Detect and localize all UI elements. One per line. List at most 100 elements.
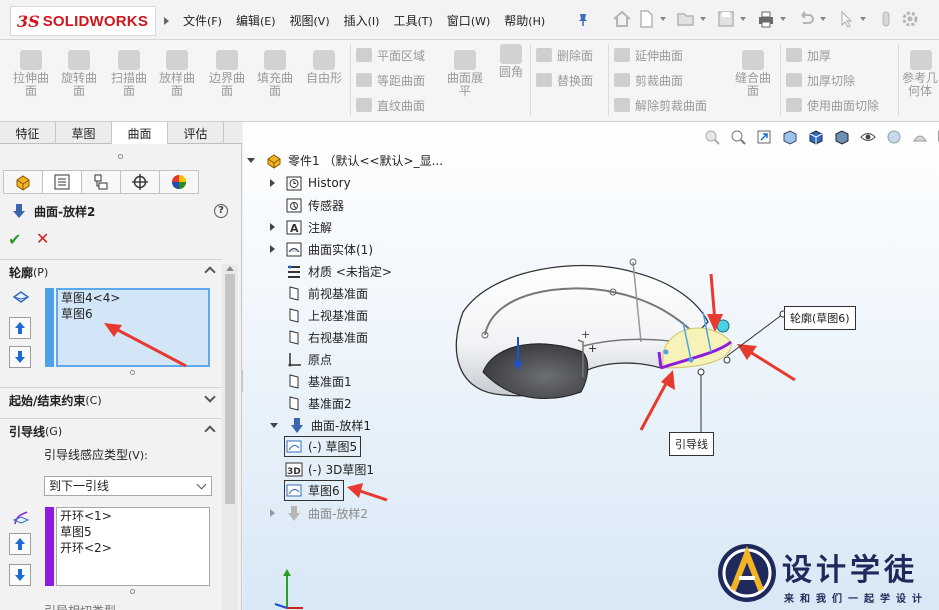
- surface-flatten-button[interactable]: 曲面展平: [442, 50, 488, 98]
- new-dropdown-icon[interactable]: [660, 17, 666, 21]
- open-folder-icon[interactable]: [676, 9, 696, 29]
- expand-arrow-icon[interactable]: [270, 223, 275, 231]
- replace-face-button[interactable]: 替换面: [536, 70, 593, 90]
- logo-expand-icon[interactable]: [164, 17, 169, 25]
- planar-surface-button[interactable]: 平面区域: [356, 45, 425, 65]
- boundary-surface-button[interactable]: 边界曲面: [204, 50, 250, 98]
- move-down-button[interactable]: [9, 346, 31, 368]
- tab-feature-manager[interactable]: [3, 170, 43, 194]
- guide-influence-select[interactable]: 到下一引线: [44, 476, 212, 496]
- extend-surface-button[interactable]: 延伸曲面: [614, 45, 683, 65]
- options-gear-icon[interactable]: [900, 9, 920, 29]
- edit-appearance-icon[interactable]: [885, 128, 903, 146]
- ruled-surface-button[interactable]: 直纹曲面: [356, 95, 425, 115]
- select-dropdown-icon[interactable]: [860, 17, 866, 21]
- filled-surface-button[interactable]: 填充曲面: [252, 50, 298, 98]
- ok-checkmark-icon[interactable]: ✔: [8, 230, 21, 249]
- solidworks-logo[interactable]: 3S SOLIDWORKS: [10, 6, 156, 36]
- previous-view-icon[interactable]: [755, 128, 773, 146]
- list-item[interactable]: 开环<2>: [57, 540, 209, 556]
- freeform-button[interactable]: 自由形: [301, 50, 347, 85]
- guide-curve-callout[interactable]: 引导线: [669, 432, 714, 456]
- list-resize-grip[interactable]: [130, 370, 135, 375]
- thicken-button[interactable]: 加厚: [786, 45, 831, 65]
- new-document-icon[interactable]: [636, 9, 656, 29]
- hide-show-eye-icon[interactable]: [859, 128, 877, 146]
- zoom-to-fit-icon[interactable]: [703, 128, 721, 146]
- tree-item-top-plane[interactable]: 上视基准面: [270, 305, 368, 325]
- tab-dimxpert-manager[interactable]: [120, 170, 160, 194]
- thickened-cut-button[interactable]: 加厚切除: [786, 70, 855, 90]
- fillet-button[interactable]: 圆角: [488, 44, 534, 79]
- tree-item-front-plane[interactable]: 前视基准面: [270, 283, 368, 303]
- scrollbar-thumb[interactable]: [225, 274, 235, 504]
- view-orientation-icon[interactable]: [807, 128, 825, 146]
- zoom-area-icon[interactable]: [729, 128, 747, 146]
- list-resize-grip[interactable]: [130, 589, 135, 594]
- tab-display-manager[interactable]: [159, 170, 199, 194]
- guide-move-up-button[interactable]: [9, 533, 31, 555]
- undo-dropdown-icon[interactable]: [820, 17, 826, 21]
- extruded-surface-button[interactable]: 拉伸曲面: [8, 50, 54, 98]
- tree-item-right-plane[interactable]: 右视基准面: [270, 327, 368, 347]
- start-end-constraints-header[interactable]: 起始/结束约束 (C): [0, 387, 222, 413]
- menu-tools[interactable]: 工具(T): [393, 12, 432, 29]
- home-icon[interactable]: [612, 9, 632, 29]
- tree-item-origin[interactable]: 原点: [270, 349, 332, 369]
- tree-item-surface-loft1[interactable]: 曲面-放样1: [270, 415, 371, 435]
- panel-scrollbar[interactable]: [222, 264, 238, 610]
- guide-curves-header[interactable]: 引导线 (G): [0, 418, 222, 444]
- profiles-section-header[interactable]: 轮廓 (P): [0, 259, 222, 285]
- tree-root-part[interactable]: 零件1 （默认<<默认>_显...: [247, 150, 443, 170]
- tree-item-surface-loft2[interactable]: 曲面-放样2: [270, 503, 368, 523]
- tree-item-3dsketch1[interactable]: 3D (-) 3D草图1: [285, 459, 374, 479]
- offset-surface-button[interactable]: 等距曲面: [356, 70, 425, 90]
- delete-face-button[interactable]: 删除面: [536, 45, 593, 65]
- guide-curves-list[interactable]: 开环<1> 草图5 开环<2>: [56, 507, 210, 586]
- rebuild-icon[interactable]: [876, 9, 896, 29]
- lofted-surface-button[interactable]: 放样曲面: [154, 50, 200, 98]
- list-item[interactable]: 草图5: [57, 524, 209, 540]
- print-icon[interactable]: [756, 9, 776, 29]
- profile-callout[interactable]: 轮廓(草图6): [784, 306, 856, 330]
- tab-features[interactable]: 特征: [0, 122, 56, 144]
- tree-item-plane2[interactable]: 基准面2: [270, 393, 352, 413]
- tab-surfaces[interactable]: 曲面: [112, 122, 168, 144]
- menu-edit[interactable]: 编辑(E): [236, 12, 276, 29]
- tree-item-sensors[interactable]: 传感器: [270, 195, 344, 215]
- move-up-button[interactable]: [9, 317, 31, 339]
- list-item[interactable]: 草图4<4>: [58, 290, 208, 306]
- tab-evaluate[interactable]: 评估: [168, 122, 224, 144]
- tab-configuration-manager[interactable]: [81, 170, 121, 194]
- help-icon[interactable]: ?: [214, 204, 228, 218]
- panel-grip[interactable]: [118, 154, 123, 159]
- expand-arrow-icon[interactable]: [247, 157, 255, 163]
- print-dropdown-icon[interactable]: [780, 17, 786, 21]
- revolved-surface-button[interactable]: 旋转曲面: [56, 50, 102, 98]
- tree-item-material[interactable]: 材质 <未指定>: [270, 261, 392, 281]
- tab-sketch[interactable]: 草图: [56, 122, 112, 144]
- tree-item-plane1[interactable]: 基准面1: [270, 371, 352, 391]
- menu-window[interactable]: 窗口(W): [447, 12, 490, 29]
- menu-insert[interactable]: 插入(I): [344, 12, 380, 29]
- knit-surface-button[interactable]: 缝合曲面: [730, 50, 776, 98]
- save-icon[interactable]: [716, 9, 736, 29]
- expand-arrow-icon[interactable]: [270, 245, 275, 253]
- graphics-area[interactable]: + + ✱ 轮廓(草图6) 引导线 零件1 （默认<<默认>_显... Hist…: [243, 122, 939, 610]
- tree-item-sketch5[interactable]: (-) 草图5: [284, 436, 362, 457]
- trim-surface-button[interactable]: 剪裁曲面: [614, 70, 683, 90]
- tab-property-manager[interactable]: [42, 170, 82, 194]
- expand-arrow-icon[interactable]: [270, 179, 275, 187]
- tree-item-history[interactable]: History: [270, 173, 351, 193]
- expand-arrow-icon[interactable]: [270, 422, 278, 428]
- select-cursor-icon[interactable]: [836, 9, 856, 29]
- tree-item-surface-bodies[interactable]: 曲面实体(1): [270, 239, 373, 259]
- expand-arrow-icon[interactable]: [270, 509, 275, 517]
- guide-move-down-button[interactable]: [9, 564, 31, 586]
- open-dropdown-icon[interactable]: [700, 17, 706, 21]
- section-view-icon[interactable]: [781, 128, 799, 146]
- display-style-icon[interactable]: [833, 128, 851, 146]
- menu-view[interactable]: 视图(V): [290, 12, 330, 29]
- undo-icon[interactable]: [796, 9, 816, 29]
- menu-help[interactable]: 帮助(H): [504, 12, 545, 29]
